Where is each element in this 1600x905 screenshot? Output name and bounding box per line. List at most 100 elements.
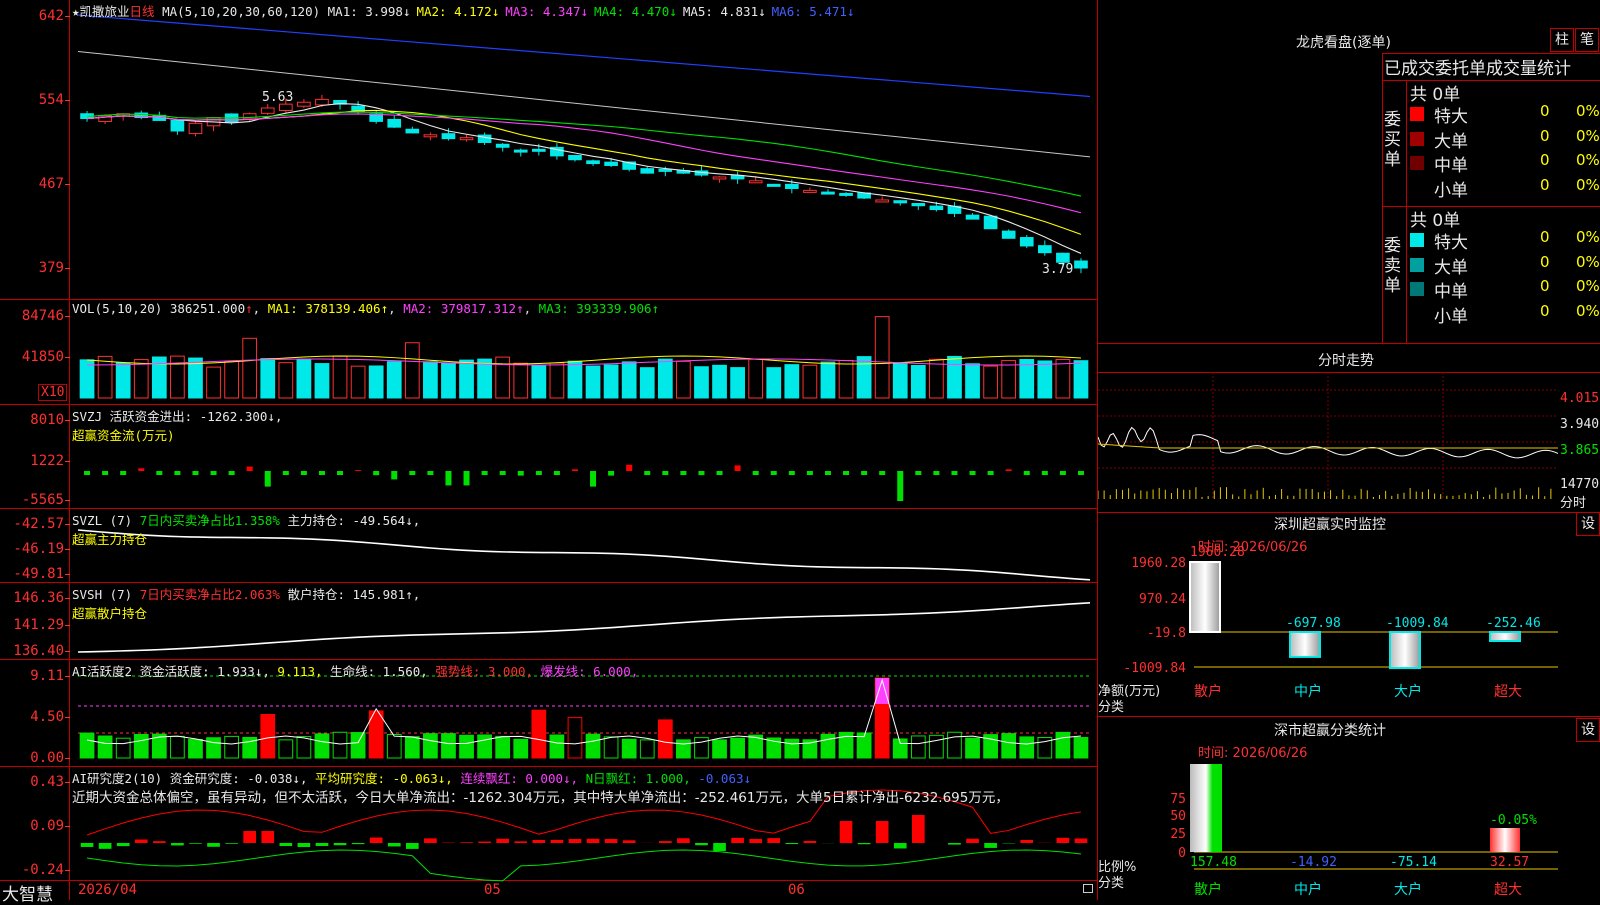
monitor-bar <box>1290 632 1320 657</box>
candle <box>804 190 817 192</box>
y-tick: 141.29 <box>13 617 64 633</box>
svzj-header: SVZJ 活跃资金进出: -1262.300↓, 超赢资金流(万元) <box>72 406 282 444</box>
brand-logo[interactable]: 大智慧 <box>2 880 53 905</box>
research-bar <box>623 840 636 843</box>
stock-name[interactable]: ★凯撒旅业 <box>72 4 130 19</box>
activity-bar <box>460 735 474 758</box>
volume-bar <box>279 363 293 398</box>
stats-value-label: -14.92 <box>1290 855 1337 870</box>
activity-bar <box>604 737 618 758</box>
monitor-bar-label: 1960.28 <box>1190 545 1245 560</box>
volume-bar <box>749 359 763 398</box>
flow-bar <box>229 471 235 475</box>
monitor-bar-label: -697.98 <box>1286 616 1341 631</box>
research-bar <box>406 843 419 849</box>
volume-bar <box>351 366 365 398</box>
candle <box>605 162 618 165</box>
research-bar <box>496 839 509 843</box>
flow-bar <box>789 471 795 475</box>
flow-bar <box>554 471 560 475</box>
research-bar <box>948 843 961 845</box>
svzj-y-axis: 8010 1222 -5565 <box>0 404 68 508</box>
flow-bar <box>970 471 976 475</box>
y-tick: 0.43 <box>30 774 64 790</box>
candle <box>587 161 600 164</box>
activity-bar <box>80 733 94 758</box>
order-row-count: 0 <box>1540 228 1550 246</box>
candle <box>894 201 907 203</box>
flow-bar <box>879 471 885 475</box>
activity-bar <box>821 734 835 758</box>
stats-y-tick: 50 <box>1170 809 1186 824</box>
ma4-line <box>87 112 1081 196</box>
order-row-label: 特大 <box>1434 102 1468 127</box>
flow-bar <box>192 471 198 475</box>
volume-bar <box>713 365 727 398</box>
activity-line <box>87 680 1081 744</box>
activity-bar <box>677 740 691 758</box>
svzl-subtitle: 超赢主力持仓 <box>72 532 147 547</box>
order-row: 大单00% <box>1410 253 1600 277</box>
research-bar <box>388 843 401 846</box>
volume-bar <box>731 368 745 398</box>
activity-bar <box>568 718 582 758</box>
stats-bar <box>1490 828 1520 852</box>
activity-bar <box>442 734 456 758</box>
activity-bar <box>478 735 492 758</box>
research-bar <box>135 840 148 843</box>
research-bar <box>207 843 220 847</box>
activity-bar <box>1056 732 1070 758</box>
chart-area[interactable]: ★凯撒旅业日线 MA(5,10,20,30,60,120) MA1: 3.998… <box>0 0 1098 900</box>
ma5-line <box>78 51 1090 156</box>
ma-item: MA6: 5.471↓ <box>772 4 855 19</box>
order-row-pct: 0% <box>1576 151 1600 169</box>
activity-bar <box>1020 737 1034 758</box>
lock-icon[interactable] <box>1083 884 1093 893</box>
flow-bar <box>319 471 325 475</box>
research-bar <box>1075 838 1088 843</box>
intraday-vol-label: 分时 <box>1560 492 1586 511</box>
volume-bar <box>261 359 275 398</box>
research-green-line <box>87 850 1081 881</box>
order-row-pct: 0% <box>1576 176 1600 194</box>
period-label[interactable]: 日线 <box>130 4 155 19</box>
candle <box>279 104 292 110</box>
order-row-count: 0 <box>1540 151 1550 169</box>
flow-bar <box>301 471 307 475</box>
volume-bar <box>966 364 980 398</box>
activity-bar <box>550 735 564 758</box>
volume-bar <box>803 365 817 398</box>
activity-bar <box>1074 737 1088 758</box>
y-tick: 41850 <box>22 349 64 365</box>
flow-bar <box>735 465 741 471</box>
vol-unit-badge[interactable]: X10 <box>38 384 67 401</box>
flow-bar <box>1042 471 1048 475</box>
order-row: 中单00% <box>1410 277 1600 301</box>
y-tick: -49.81 <box>13 566 64 582</box>
y-tick: -42.57 <box>13 516 64 532</box>
tab-bi[interactable]: 笔 <box>1575 28 1599 52</box>
activity-bar <box>713 740 727 758</box>
legend-swatch <box>1410 132 1424 146</box>
ai-active-item: 生命线: 1.560, <box>330 664 428 679</box>
volume-bar <box>387 362 401 398</box>
candle <box>496 144 509 147</box>
intraday-chart[interactable] <box>1098 372 1600 512</box>
tab-zhu[interactable]: 柱 <box>1550 28 1574 52</box>
order-row: 小单00% <box>1410 302 1600 326</box>
x-axis-label: 05 <box>484 882 501 898</box>
activity-bar <box>496 736 510 758</box>
monitor-bar-label: -252.46 <box>1486 616 1541 631</box>
research-bar <box>677 838 690 843</box>
legend-swatch <box>1410 282 1424 296</box>
order-row: 小单00% <box>1410 176 1600 200</box>
y-tick: -5565 <box>22 492 64 508</box>
volume-bar <box>207 367 221 398</box>
volume-bar <box>586 366 600 398</box>
volume-bar <box>875 317 889 398</box>
volume-bar <box>785 365 799 398</box>
flow-bar <box>156 471 162 475</box>
order-row-label: 中单 <box>1434 277 1468 302</box>
activity-bar <box>658 720 672 758</box>
flow-bar <box>409 471 415 475</box>
